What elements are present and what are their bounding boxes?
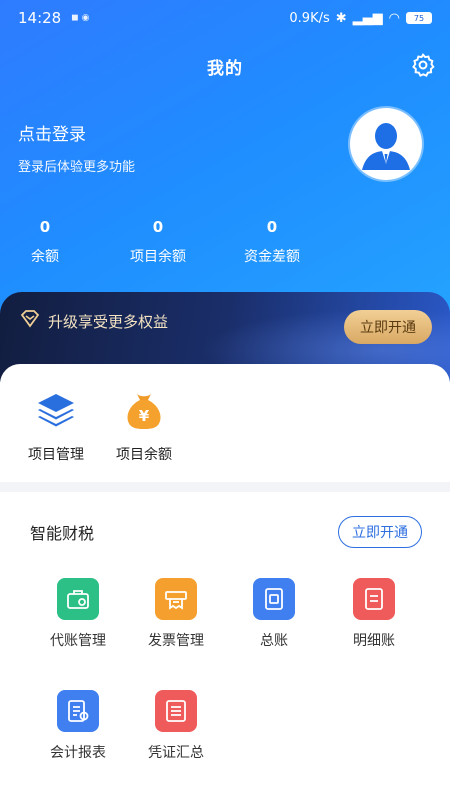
section-title: 智能财税 — [30, 524, 95, 543]
grid-item-bookkeeping[interactable]: 代账管理 — [30, 578, 126, 650]
gear-icon[interactable] — [410, 52, 436, 78]
stat-balance[interactable]: 0 余额 — [22, 218, 68, 266]
user-silhouette-icon — [352, 110, 420, 178]
grid-label: 会计报表 — [50, 745, 106, 761]
login-subtitle: 登录后体验更多功能 — [18, 160, 136, 175]
smart-tax-card: 智能财税 立即开通 代账管理 发票管理 总账 明细账 会计报表 凭证汇总 — [0, 492, 450, 800]
status-right: 0.9K/s ✱ ▂▄▆ ◠ 75 — [289, 11, 432, 26]
status-bar: 14:28 ◼ ◉ 0.9K/s ✱ ▂▄▆ ◠ 75 — [0, 0, 450, 36]
grid-label: 发票管理 — [148, 633, 204, 649]
grid-item-detail-ledger[interactable]: 明细账 — [326, 578, 422, 650]
network-speed: 0.9K/s — [289, 10, 330, 26]
quick-label: 项目管理 — [28, 447, 84, 463]
stat-label: 项目余额 — [130, 249, 186, 265]
invoice-printer-icon — [155, 578, 197, 620]
list-icon — [155, 690, 197, 732]
grid-item-invoice[interactable]: 发票管理 — [128, 578, 224, 650]
quick-project-management[interactable]: 项目管理 — [8, 388, 104, 464]
grid-item-voucher-summary[interactable]: 凭证汇总 — [128, 690, 224, 762]
status-time: 14:28 — [18, 9, 62, 27]
wifi-icon: ◠ — [388, 10, 400, 26]
grid-label: 代账管理 — [50, 633, 106, 649]
notification-icons: ◼ ◉ — [71, 13, 90, 23]
ledger-icon — [253, 578, 295, 620]
page-title: 我的 — [207, 59, 243, 79]
stat-value: 0 — [39, 218, 51, 236]
report-icon — [57, 690, 99, 732]
briefcase-icon — [57, 578, 99, 620]
battery-icon: 75 — [406, 12, 432, 24]
quick-project-balance[interactable]: ¥ 项目余额 — [96, 388, 192, 464]
stat-value: 0 — [152, 218, 164, 236]
layers-icon — [38, 394, 74, 427]
vip-open-button[interactable]: 立即开通 — [344, 310, 432, 344]
stat-project-balance[interactable]: 0 项目余额 — [118, 218, 198, 266]
svg-text:¥: ¥ — [139, 407, 150, 425]
grid-label: 明细账 — [353, 633, 395, 649]
quick-label: 项目余额 — [116, 447, 172, 463]
grid-item-ledger[interactable]: 总账 — [226, 578, 322, 650]
quick-actions-card: 项目管理 ¥ 项目余额 — [0, 364, 450, 482]
diamond-icon — [20, 310, 40, 328]
grid-label: 总账 — [260, 633, 288, 649]
grid-label: 凭证汇总 — [148, 745, 204, 761]
signal-icon: ▂▄▆ — [352, 10, 383, 26]
document-icon — [353, 578, 395, 620]
bluetooth-icon: ✱ — [335, 10, 347, 26]
stat-label: 资金差额 — [244, 249, 300, 265]
stat-label: 余额 — [31, 249, 59, 265]
stat-fund-difference[interactable]: 0 资金差额 — [232, 218, 312, 266]
smart-tax-open-button[interactable]: 立即开通 — [338, 516, 422, 548]
stat-value: 0 — [266, 218, 278, 236]
vip-text: 升级享受更多权益 — [48, 313, 169, 331]
login-link[interactable]: 点击登录 — [18, 120, 86, 145]
money-bag-icon: ¥ — [127, 394, 161, 429]
avatar[interactable] — [350, 108, 422, 180]
grid-item-accounting-report[interactable]: 会计报表 — [30, 690, 126, 762]
